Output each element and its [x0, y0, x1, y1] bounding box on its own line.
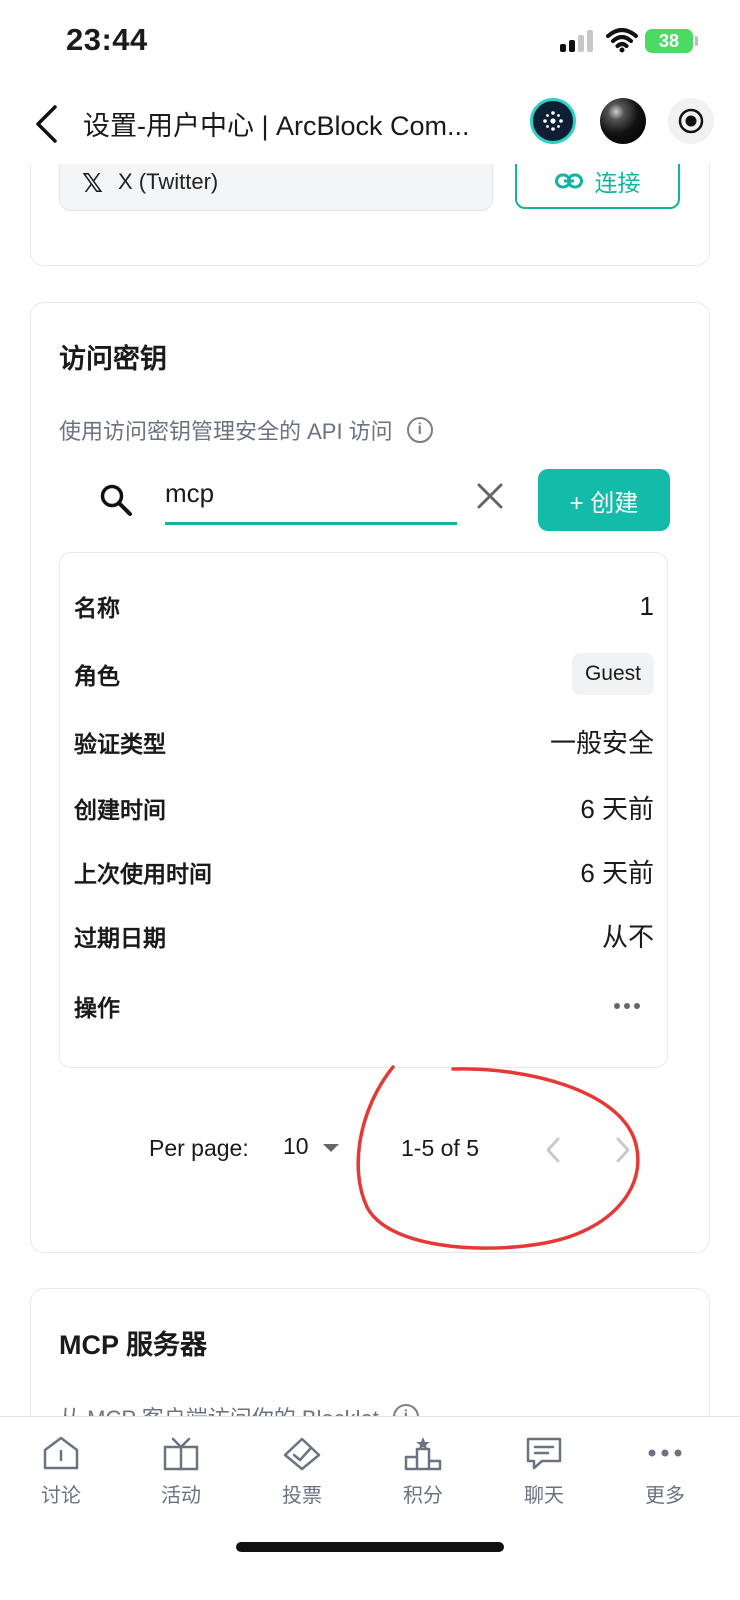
- tab-label: 活动: [161, 1485, 201, 1507]
- status-time: 23:44: [66, 22, 148, 57]
- detail-label: 名称: [74, 595, 120, 621]
- gift-icon: [163, 1437, 199, 1471]
- tab-vote[interactable]: 投票: [257, 1435, 347, 1508]
- battery-indicator: 38: [645, 29, 693, 53]
- detail-row-created: 创建时间 6 天前: [74, 789, 654, 826]
- detail-label: 操作: [74, 995, 120, 1021]
- detail-row-name: 名称 1: [74, 589, 654, 623]
- detail-row-role: 角色 Guest: [74, 653, 654, 695]
- connection-item-x: 𝕏 X (Twitter): [59, 164, 493, 211]
- detail-label: 上次使用时间: [74, 860, 212, 887]
- per-page-select[interactable]: 10: [283, 1133, 339, 1160]
- detail-row-last-used: 上次使用时间 6 天前: [74, 853, 654, 890]
- detail-value: 1: [639, 590, 654, 621]
- podium-icon: [404, 1437, 442, 1471]
- more-icon: [648, 1449, 682, 1457]
- per-page-label: Per page:: [149, 1135, 249, 1161]
- search-icon: [100, 484, 132, 516]
- connected-accounts-card: 𝕏 X (Twitter) 连接: [30, 164, 710, 266]
- detail-row-expires: 过期日期 从不: [74, 917, 654, 954]
- info-icon[interactable]: i: [406, 417, 433, 443]
- wifi-icon: [606, 28, 638, 53]
- x-logo-icon: 𝕏: [82, 168, 103, 198]
- page-title: 设置-用户中心 | ArcBlock Com...: [83, 111, 470, 141]
- access-keys-description: 使用访问密钥管理安全的 API 访问 i: [59, 414, 433, 446]
- home-indicator[interactable]: [236, 1542, 504, 1552]
- mcp-title: MCP 服务器: [59, 1330, 208, 1360]
- description-text: 使用访问密钥管理安全的 API 访问: [59, 419, 393, 444]
- tab-label: 聊天: [524, 1485, 564, 1507]
- tab-label: 讨论: [41, 1485, 81, 1507]
- tab-more[interactable]: 更多: [620, 1435, 710, 1508]
- clear-icon[interactable]: [475, 481, 505, 511]
- connection-label: X (Twitter): [118, 169, 219, 194]
- access-keys-card: 访问密钥 使用访问密钥管理安全的 API 访问 i + 创建 名称 1 角色 G…: [30, 302, 710, 1253]
- tab-label: 积分: [403, 1485, 443, 1507]
- per-page-value: 10: [283, 1133, 309, 1159]
- tab-label: 投票: [282, 1485, 322, 1507]
- access-keys-title: 访问密钥: [59, 344, 167, 374]
- detail-label: 验证类型: [74, 730, 166, 757]
- search-input[interactable]: [165, 471, 457, 525]
- tab-activity[interactable]: 活动: [136, 1435, 226, 1508]
- back-arrow-icon[interactable]: [28, 102, 64, 146]
- content-scroll[interactable]: 𝕏 X (Twitter) 连接 访问密钥 使用访问密钥管理安全的 API 访问…: [0, 164, 740, 1446]
- detail-value: 从不: [601, 922, 654, 952]
- connect-button[interactable]: 连接: [515, 164, 680, 209]
- hand-drawn-circle-annotation: [356, 1065, 640, 1250]
- battery-cap: [695, 36, 698, 46]
- vote-icon: [283, 1437, 321, 1471]
- cellular-signal-icon: [560, 30, 596, 52]
- nav-bar: 设置-用户中心 | ArcBlock Com...: [0, 84, 740, 164]
- detail-row-actions: 操作: [74, 989, 654, 1023]
- link-icon: [554, 173, 583, 189]
- app-logo-icon[interactable]: [530, 98, 576, 144]
- status-bar: 23:44 38: [0, 0, 740, 84]
- record-icon[interactable]: [668, 98, 714, 144]
- access-key-details: 名称 1 角色 Guest 验证类型 一般安全 创建时间 6 天前 上次使用时间…: [59, 552, 668, 1068]
- bottom-tab-bar: 讨论 活动 投票 积分 聊天 更多: [0, 1416, 740, 1600]
- tab-chat[interactable]: 聊天: [499, 1435, 589, 1508]
- user-avatar[interactable]: [600, 98, 646, 144]
- tab-discussion[interactable]: 讨论: [16, 1435, 106, 1508]
- detail-value: 一般安全: [549, 728, 654, 758]
- detail-row-auth-type: 验证类型 一般安全: [74, 723, 654, 760]
- tab-points[interactable]: 积分: [378, 1435, 468, 1508]
- connect-label: 连接: [594, 170, 641, 196]
- create-button[interactable]: + 创建: [538, 469, 670, 531]
- tab-label: 更多: [645, 1485, 685, 1507]
- role-badge: Guest: [571, 653, 654, 695]
- detail-label: 创建时间: [74, 796, 166, 823]
- detail-value: 6 天前: [580, 858, 654, 888]
- more-actions-icon[interactable]: [614, 1003, 640, 1009]
- detail-label: 角色: [74, 663, 120, 689]
- detail-value: 6 天前: [580, 794, 654, 824]
- caret-down-icon: [322, 1144, 339, 1152]
- chat-icon: [526, 1437, 562, 1470]
- home-icon: [43, 1436, 79, 1470]
- detail-label: 过期日期: [74, 924, 166, 951]
